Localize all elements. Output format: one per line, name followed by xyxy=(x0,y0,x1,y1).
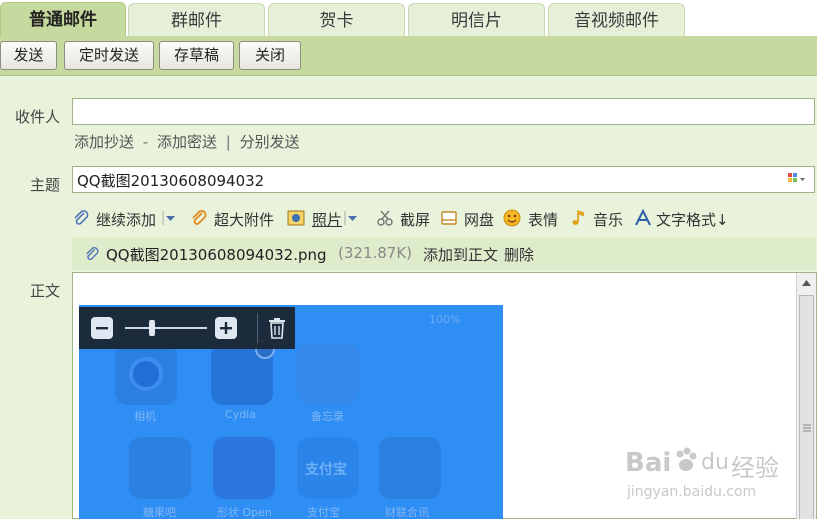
minus-icon xyxy=(96,327,108,330)
toolbar-divider xyxy=(257,313,258,343)
file-paperclip-icon xyxy=(86,247,99,261)
scroll-thumb[interactable] xyxy=(799,295,814,519)
notes-app-icon xyxy=(297,343,359,405)
close-button[interactable]: 关闭 xyxy=(239,41,301,70)
watermark-url: jingyan.baidu.com xyxy=(627,484,757,500)
large-attachment-button[interactable]: 超大附件 xyxy=(214,209,274,230)
text-format-button[interactable]: 文字格式↓ xyxy=(656,209,729,230)
body-label: 正文 xyxy=(29,282,60,300)
zoom-slider-handle[interactable] xyxy=(149,320,155,336)
plus-icon xyxy=(220,322,232,334)
large-attachment-icon xyxy=(192,210,207,225)
photo-dropdown-icon[interactable] xyxy=(344,209,360,227)
scroll-up-arrow-icon[interactable] xyxy=(801,279,812,287)
zoom-slider-track[interactable] xyxy=(125,327,207,329)
watermark-brand-bai: Bai xyxy=(625,448,672,478)
subject-style-picker-icon[interactable] xyxy=(788,173,806,185)
tab-greeting-card[interactable]: 贺卡 xyxy=(268,3,405,36)
app-label-cydia: Cydia xyxy=(225,408,256,421)
timed-send-button[interactable]: 定时发送 xyxy=(64,41,154,70)
app-label-candy: 糖果吧 xyxy=(143,506,176,519)
photo-button[interactable]: 照片 xyxy=(312,209,342,230)
baidu-jingyan-watermark: Bai du 经验 jingyan.baidu.com xyxy=(625,447,795,508)
app-label-notes: 备忘录 xyxy=(311,410,344,423)
watermark-brand-du: du xyxy=(701,450,729,475)
finance-app-icon xyxy=(379,437,441,499)
zoom-out-button[interactable] xyxy=(91,317,113,339)
tab-av-mail[interactable]: 音视频邮件 xyxy=(548,3,685,36)
image-status-text: 100% xyxy=(429,313,461,326)
subject-value: QQ截图20130608094032 xyxy=(77,172,265,190)
music-button[interactable]: 音乐 xyxy=(593,209,623,230)
alipay-app-icon: 支付宝 xyxy=(297,437,359,499)
app-label-shape: 形状 Open xyxy=(217,506,272,519)
recipient-label: 收件人 xyxy=(14,108,60,126)
app-label-finance: 财联合讯 xyxy=(385,506,429,519)
emoji-button[interactable]: 表情 xyxy=(528,209,558,230)
scroll-grip-icon xyxy=(803,424,811,432)
screenshot-button[interactable]: 截屏 xyxy=(400,209,430,230)
tab-group-mail[interactable]: 群邮件 xyxy=(128,3,265,36)
photo-icon xyxy=(287,210,305,226)
delete-attachment-link[interactable]: 删除 xyxy=(504,244,534,265)
dropdown-arrow-icon[interactable] xyxy=(162,209,178,227)
netdisk-button[interactable]: 网盘 xyxy=(464,209,494,230)
compose-tab-bar: 普通邮件 群邮件 贺卡 明信片 音视频邮件 xyxy=(0,0,817,36)
attachment-filename[interactable]: QQ截图20130608094032.png xyxy=(106,244,327,265)
link-separator-dash: - xyxy=(142,133,149,151)
tab-normal-mail[interactable]: 普通邮件 xyxy=(0,2,126,36)
add-bcc-link[interactable]: 添加密送 xyxy=(157,133,217,151)
scissors-icon xyxy=(377,210,393,226)
subject-input[interactable]: QQ截图20130608094032 xyxy=(72,166,815,193)
continue-add-button[interactable]: 继续添加 xyxy=(96,209,156,230)
add-to-body-link[interactable]: 添加到正文 xyxy=(423,244,498,265)
attached-file-row: QQ截图20130608094032.png (321.87K) 添加到正文 删… xyxy=(72,237,816,270)
zoom-in-button[interactable] xyxy=(215,317,237,339)
trash-icon[interactable] xyxy=(267,317,287,339)
tab-postcard[interactable]: 明信片 xyxy=(408,3,545,36)
watermark-brand-jingyan: 经验 xyxy=(731,454,779,482)
save-draft-button[interactable]: 存草稿 xyxy=(159,41,234,70)
text-format-icon xyxy=(635,209,651,226)
attachment-toolbar: 继续添加 超大附件 照片 截屏 网盘 表情 音乐 文字格式↓ xyxy=(72,205,802,233)
shape-app-icon xyxy=(213,437,275,499)
camera-lens-icon xyxy=(129,357,163,391)
editor-scrollbar[interactable] xyxy=(796,273,816,519)
subject-label: 主题 xyxy=(29,176,60,194)
image-edit-toolbar xyxy=(79,307,295,349)
attachment-size: (321.87K) xyxy=(338,244,413,262)
emoji-icon xyxy=(503,209,521,227)
recipient-input[interactable] xyxy=(72,98,815,125)
candy-app-icon xyxy=(129,437,191,499)
alipay-icon-text: 支付宝 xyxy=(305,462,347,478)
paperclip-icon xyxy=(74,210,89,225)
send-button[interactable]: 发送 xyxy=(0,41,57,70)
app-label-alipay: 支付宝 xyxy=(307,506,340,519)
paw-logo-icon xyxy=(676,447,697,471)
music-note-icon xyxy=(572,210,584,225)
app-label-camera: 相机 xyxy=(134,410,156,423)
separate-send-link[interactable]: 分别发送 xyxy=(240,133,300,151)
netdisk-icon xyxy=(441,211,457,225)
add-cc-link[interactable]: 添加抄送 xyxy=(74,133,134,151)
link-separator-pipe: | xyxy=(225,133,231,151)
recipient-links: 添加抄送 - 添加密送 | 分别发送 xyxy=(74,131,300,152)
compose-toolbar: 发送 定时发送 存草稿 关闭 xyxy=(0,36,817,76)
